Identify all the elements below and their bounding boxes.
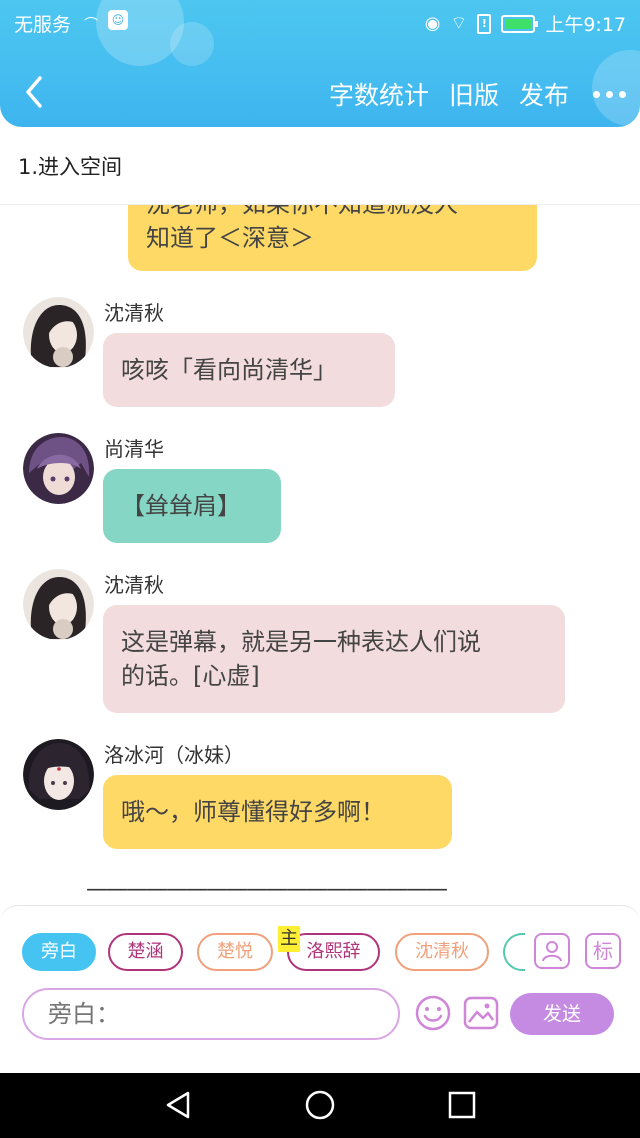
chevron-left-icon	[26, 76, 42, 108]
carrier-label: 无服务	[14, 14, 72, 36]
message-line: 沈老师，如果你不知道就没人	[146, 205, 519, 221]
speaker-name: 尚清华	[104, 437, 164, 461]
speaker-name: 洛冰河（冰妹）	[104, 743, 244, 767]
message-line: 咳咳「看向尚清华」	[121, 356, 337, 384]
publish-button[interactable]: 发布	[519, 76, 569, 112]
nav-bar: 字数统计 旧版 发布	[0, 60, 640, 126]
speaker-name: 沈清秋	[104, 301, 164, 325]
sim-alert-icon: !	[477, 13, 492, 34]
word-count-button[interactable]: 字数统计	[329, 76, 429, 112]
mark-button[interactable]: 标	[585, 933, 621, 969]
system-nav-bar	[0, 1073, 640, 1138]
nav-actions: 字数统计 旧版 发布	[309, 76, 626, 112]
chapter-title[interactable]: 1.进入空间	[18, 151, 122, 181]
status-bar: 无服务 ⌒ ☺ ◉ ⌔ ! 上午9:17	[0, 0, 640, 44]
signal-icon: ⌒	[84, 17, 98, 33]
recents-square-icon[interactable]	[446, 1089, 478, 1121]
status-icons: ◉ ⌔ ! 上午9:17	[425, 10, 626, 37]
message-line: 哦～，师尊懂得好多啊！	[121, 798, 385, 826]
role-chip[interactable]: 洛熙辞	[287, 933, 380, 971]
main-role-badge: 主	[278, 926, 300, 952]
home-circle-icon[interactable]	[304, 1089, 336, 1121]
message-bubble[interactable]: 哦～，师尊懂得好多啊！	[103, 775, 452, 849]
message-bubble[interactable]: 这是弹幕，就是另一种表达人们说 的话。[心虚]	[103, 605, 565, 713]
character-settings-icon[interactable]	[534, 933, 570, 969]
message-line: 这是弹幕，就是另一种表达人们说	[121, 628, 481, 656]
battery-icon	[501, 14, 539, 33]
role-selector: 旁白 楚涵 楚悦 洛熙辞 主 沈清秋 标	[0, 926, 640, 978]
message-bubble[interactable]: 咳咳「看向尚清华」	[103, 333, 395, 407]
wifi-icon: ⌔	[450, 13, 468, 34]
role-chip[interactable]: 楚悦	[197, 933, 273, 971]
input-row: 发送	[0, 986, 640, 1042]
message-input[interactable]	[22, 988, 400, 1040]
message-bubble[interactable]: 【耸耸肩】	[103, 469, 281, 543]
app-notify-icon: ☺	[108, 10, 128, 30]
avatar[interactable]	[23, 739, 94, 810]
clock: 上午9:17	[545, 14, 626, 36]
chapter-header: 1.进入空间	[0, 127, 640, 205]
old-version-button[interactable]: 旧版	[449, 76, 499, 112]
message-line: 的话。[心虚]	[121, 662, 260, 690]
section-divider: ——————————————————	[86, 877, 448, 902]
chat-area[interactable]: 沈老师，如果你不知道就没人 知道了＜深意＞ 沈清秋 咳咳「看向尚清华」	[0, 205, 640, 905]
role-chip-partial[interactable]	[503, 933, 525, 971]
eye-icon: ◉	[424, 13, 441, 34]
avatar[interactable]	[23, 569, 94, 640]
emoji-icon[interactable]	[414, 994, 452, 1032]
image-icon[interactable]	[462, 994, 500, 1032]
back-button[interactable]	[20, 72, 50, 112]
avatar[interactable]	[23, 433, 94, 504]
role-chip[interactable]: 楚涵	[108, 933, 183, 971]
more-dots-icon[interactable]	[593, 79, 626, 109]
role-chip[interactable]: 沈清秋	[395, 933, 489, 971]
speaker-name: 沈清秋	[104, 573, 164, 597]
message-bubble[interactable]: 沈老师，如果你不知道就没人 知道了＜深意＞	[128, 205, 537, 271]
back-triangle-icon[interactable]	[162, 1089, 194, 1121]
app-header: 无服务 ⌒ ☺ ◉ ⌔ ! 上午9:17 字数统计 旧版 发布	[0, 0, 640, 127]
composer-panel: 旁白 楚涵 楚悦 洛熙辞 主 沈清秋 标 旁白： 发送	[0, 905, 640, 1073]
send-button[interactable]: 发送	[510, 993, 614, 1035]
message-line: 【耸耸肩】	[121, 492, 241, 520]
avatar[interactable]	[23, 297, 94, 368]
message-line: 知道了＜深意＞	[146, 224, 314, 252]
role-chip-narration[interactable]: 旁白	[22, 933, 96, 971]
